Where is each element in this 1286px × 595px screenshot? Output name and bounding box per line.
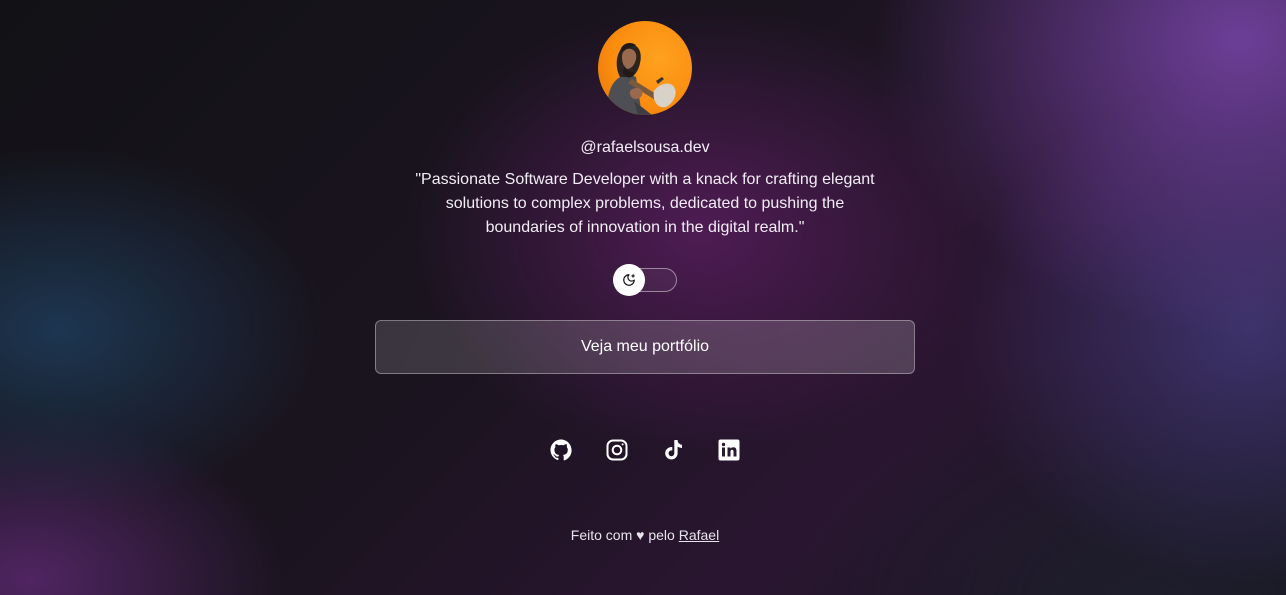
social-links	[549, 438, 741, 462]
linkedin-link[interactable]	[717, 438, 741, 462]
moon-stars-icon	[623, 274, 635, 286]
author-link[interactable]: Rafael	[679, 527, 719, 543]
footer: Feito com ♥ pelo Rafael	[0, 526, 1286, 544]
avatar-photo	[607, 43, 676, 115]
theme-toggle[interactable]	[613, 264, 677, 296]
tiktok-link[interactable]	[661, 438, 685, 462]
instagram-link[interactable]	[605, 438, 629, 462]
profile-handle: @rafaelsousa.dev	[580, 139, 710, 156]
toggle-knob[interactable]	[613, 264, 645, 296]
footer-text: Feito com ♥ pelo	[570, 527, 675, 543]
linkedin-icon	[718, 439, 740, 461]
instagram-icon	[606, 439, 628, 461]
github-link[interactable]	[549, 438, 573, 462]
github-icon	[550, 439, 572, 461]
avatar	[598, 21, 692, 115]
profile-bio: "Passionate Software Developer with a kn…	[415, 171, 875, 236]
tiktok-icon	[665, 440, 682, 460]
portfolio-button[interactable]: Veja meu portfólio	[375, 320, 915, 374]
